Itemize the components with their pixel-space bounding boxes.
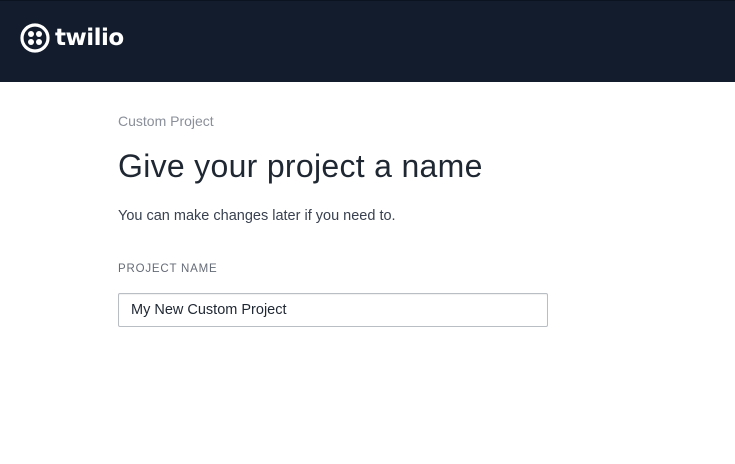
brand-name: twilio: [55, 25, 124, 51]
breadcrumb: Custom Project: [118, 113, 214, 129]
twilio-logo-icon: [20, 23, 50, 53]
page-subtitle: You can make changes later if you need t…: [118, 208, 396, 224]
page-title: Give your project a name: [118, 148, 483, 184]
twilio-logo[interactable]: twilio: [20, 23, 124, 53]
project-name-label: PROJECT NAME: [118, 263, 218, 275]
top-navigation-bar: twilio: [0, 0, 735, 82]
project-name-input[interactable]: [118, 293, 548, 327]
